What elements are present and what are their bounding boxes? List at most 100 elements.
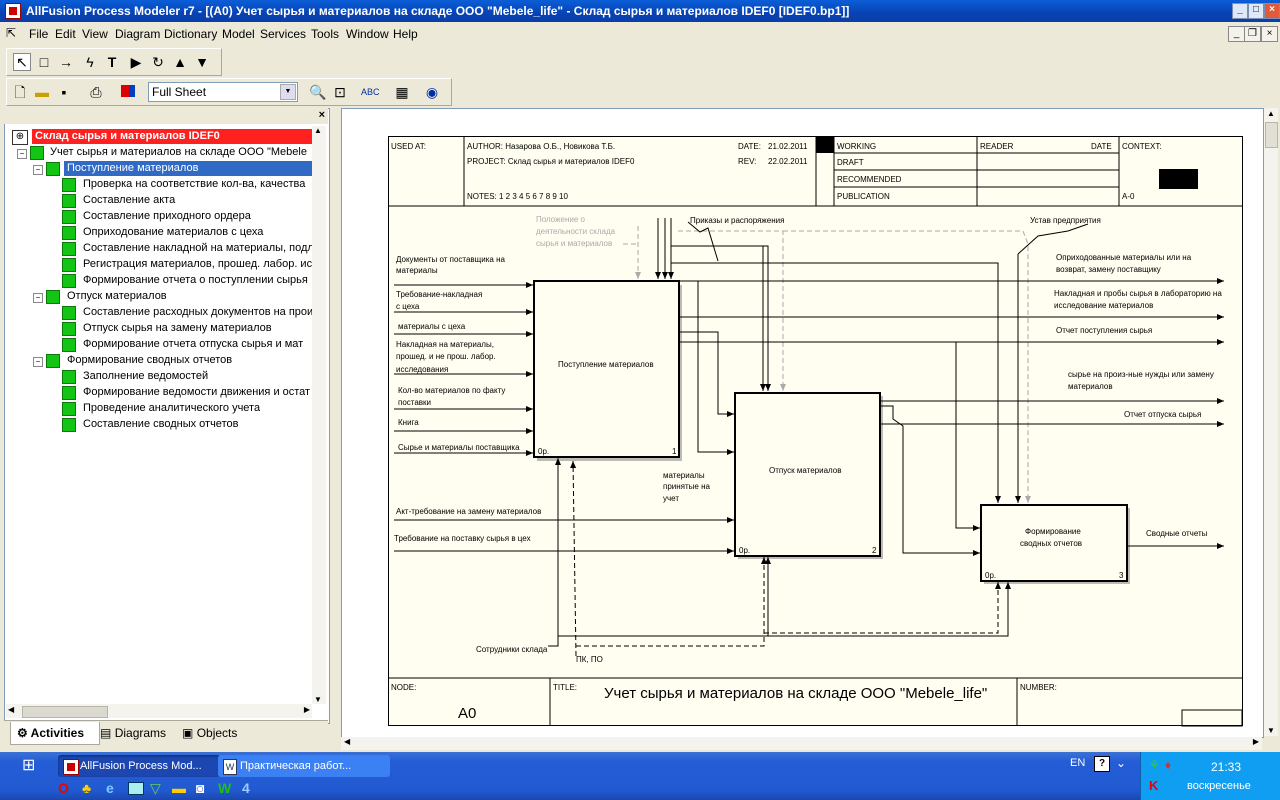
go-up-icon[interactable]: ▲ (171, 53, 189, 71)
ie-icon[interactable]: e (106, 780, 114, 796)
activity-box-2[interactable]: Отпуск материалов 0р. 2 (734, 392, 881, 557)
scroll-thumb[interactable] (22, 706, 108, 718)
tree-item-a12[interactable]: Составление акта (83, 193, 175, 208)
scroll-right-icon[interactable]: ▶ (1253, 737, 1259, 746)
tab-objects[interactable]: ▣ Objects (182, 722, 237, 744)
box-tool-icon[interactable]: □ (35, 53, 53, 71)
tree-item-a23[interactable]: Формирование отчета отпуска сырья и мат (83, 337, 303, 352)
zoom-icon[interactable]: 🔍 (309, 83, 327, 101)
quicklaunch-icon[interactable]: ♣ (82, 780, 91, 796)
canvas-vertical-scrollbar[interactable]: ▲ ▼ (1264, 108, 1278, 736)
tree-item-a21[interactable]: Составление расходных документов на прои (83, 305, 312, 320)
color-icon[interactable] (119, 83, 137, 101)
navigator-icon[interactable]: ◉ (423, 83, 441, 101)
windows-start-icon[interactable]: ⊞ (22, 755, 35, 775)
task-button-allfusion[interactable]: AllFusion Process Mod... (58, 755, 220, 777)
go-down-icon[interactable]: ▼ (193, 53, 211, 71)
menu-services[interactable]: Services (260, 27, 306, 41)
close-button[interactable]: × (1264, 3, 1280, 19)
save-icon[interactable]: ▪ (55, 83, 73, 101)
rotate-tool-icon[interactable]: ↻ (149, 53, 167, 71)
tree-item-a0[interactable]: Учет сырья и материалов на складе ООО "M… (50, 145, 307, 160)
collapse-icon[interactable]: − (33, 165, 43, 175)
zoom-fit-icon[interactable]: ⊡ (331, 83, 349, 101)
tree-item-a17[interactable]: Формирование отчета о поступлении сырья (83, 273, 308, 288)
menu-help[interactable]: Help (393, 27, 418, 41)
menu-dictionary[interactable]: Dictionary (164, 27, 217, 41)
pointer-tool-icon[interactable]: ↖ (13, 53, 31, 71)
menu-window[interactable]: Window (346, 27, 389, 41)
antivirus-icon[interactable]: ♦ (1165, 758, 1171, 772)
print-icon[interactable]: ⎙ (87, 83, 105, 101)
zoom-select[interactable]: Full Sheet ▼ (148, 82, 298, 102)
collapse-icon[interactable]: − (33, 357, 43, 367)
tree-item-a34[interactable]: Составление сводных отчетов (83, 417, 238, 432)
activity-box-3[interactable]: Формирование сводных отчетов 0р. 3 (980, 504, 1128, 582)
tree-item-a15[interactable]: Составление накладной на материалы, подл (83, 241, 312, 256)
tree-vertical-scrollbar[interactable]: ▲ ▼ (312, 126, 326, 704)
collapse-icon[interactable]: − (33, 293, 43, 303)
chevron-down-icon[interactable]: ▼ (280, 84, 296, 100)
open-folder-icon[interactable]: ▬ (33, 83, 51, 101)
scroll-left-icon[interactable]: ◀ (8, 705, 14, 714)
menu-model[interactable]: Model (222, 27, 255, 41)
tree-item-a1[interactable]: Поступление материалов (64, 161, 312, 176)
offpage-tool-icon[interactable]: ▶ (127, 53, 145, 71)
tree-horizontal-scrollbar[interactable]: ◀ ▶ (6, 704, 312, 718)
scroll-down-icon[interactable]: ▼ (1267, 726, 1275, 735)
canvas-horizontal-scrollbar[interactable]: ◀ ▶ (341, 737, 1262, 750)
tree-item-a14[interactable]: Оприходование материалов с цеха (83, 225, 263, 240)
scroll-up-icon[interactable]: ▲ (1267, 109, 1275, 118)
quicklaunch-icon[interactable]: ▽ (150, 780, 161, 797)
model-explorer-icon[interactable]: ▦ (393, 83, 411, 101)
new-file-icon[interactable]: 🗋 (11, 83, 29, 101)
mdi-restore-button[interactable]: ❐ (1244, 26, 1261, 42)
opera-icon[interactable]: O (58, 780, 69, 796)
menu-file[interactable]: File (29, 27, 48, 41)
quicklaunch-icon[interactable]: W (218, 780, 231, 796)
squiggle-tool-icon[interactable]: ϟ (81, 53, 99, 71)
app-icon[interactable] (5, 3, 21, 19)
quicklaunch-icon[interactable]: ◙ (196, 780, 204, 796)
menu-view[interactable]: View (82, 27, 108, 41)
menu-edit[interactable]: Edit (55, 27, 76, 41)
quicklaunch-icon[interactable]: 4 (242, 780, 250, 796)
menu-tools[interactable]: Tools (311, 27, 339, 41)
tree-root[interactable]: Склад сырья и материалов IDEF0 (32, 129, 312, 144)
clock-time[interactable]: 21:33 (1211, 760, 1241, 774)
tree-item-a33[interactable]: Проведение аналитического учета (83, 401, 260, 416)
tree-item-a31[interactable]: Заполнение ведомостей (83, 369, 208, 384)
network-icon[interactable]: ⚘ (1149, 758, 1160, 772)
kaspersky-icon[interactable]: K (1149, 778, 1158, 793)
task-button-word[interactable]: W Практическая работ... (218, 755, 390, 777)
tree-item-a16[interactable]: Регистрация материалов, прошед. лабор. и… (83, 257, 312, 272)
spellcheck-icon[interactable]: ABC (361, 83, 380, 101)
scroll-right-icon[interactable]: ▶ (304, 705, 310, 714)
minimize-button[interactable]: _ (1232, 3, 1248, 19)
tab-activities[interactable]: ⚙ Activities (10, 722, 100, 745)
scroll-up-icon[interactable]: ▲ (314, 126, 322, 135)
desktop-icon[interactable] (128, 782, 144, 795)
scroll-down-icon[interactable]: ▼ (314, 695, 322, 704)
mdi-close-button[interactable]: × (1261, 26, 1278, 42)
folder-icon[interactable]: ▬ (172, 780, 186, 796)
activity-box-1[interactable]: Поступление материалов 0р. 1 (533, 280, 680, 458)
tree-item-a11[interactable]: Проверка на соответствие кол-ва, качеств… (83, 177, 305, 192)
tree-item-a32[interactable]: Формирование ведомости движения и остат (83, 385, 310, 400)
arrow-tool-icon[interactable]: → (57, 53, 75, 71)
mdi-doc-icon[interactable]: ⇱ (6, 26, 16, 40)
menu-diagram[interactable]: Diagram (115, 27, 160, 41)
mdi-minimize-button[interactable]: _ (1228, 26, 1245, 42)
scroll-thumb[interactable] (1265, 122, 1278, 148)
text-tool-icon[interactable]: T (103, 53, 121, 71)
collapse-icon[interactable]: − (17, 149, 27, 159)
tree-item-a2[interactable]: Отпуск материалов (67, 289, 167, 304)
tree-item-a13[interactable]: Составление приходного ордера (83, 209, 251, 224)
help-icon[interactable]: ? (1094, 756, 1110, 772)
tab-diagrams[interactable]: ▤ Diagrams (100, 722, 166, 744)
tree-item-a22[interactable]: Отпуск сырья на замену материалов (83, 321, 272, 336)
language-indicator[interactable]: EN (1070, 757, 1085, 769)
tree-item-a3[interactable]: Формирование сводных отчетов (67, 353, 232, 368)
maximize-button[interactable]: □ (1248, 3, 1264, 19)
chevron-down-icon[interactable]: ⌄ (1116, 756, 1126, 770)
